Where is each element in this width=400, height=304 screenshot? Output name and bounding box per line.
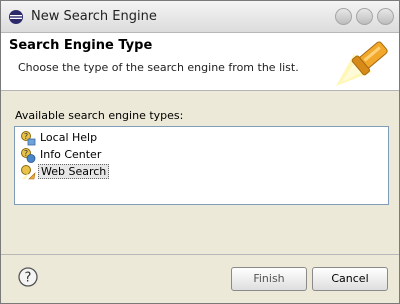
close-button[interactable] — [377, 8, 394, 25]
list-item-label: Info Center — [40, 148, 102, 161]
svg-text:?: ? — [24, 132, 28, 141]
list-label: Available search engine types: — [15, 109, 184, 122]
new-search-engine-dialog: New Search Engine Search Engine Type Cho… — [0, 0, 400, 304]
flashlight-icon — [336, 41, 388, 86]
page-description: Choose the type of the search engine fro… — [18, 61, 299, 74]
engine-type-list[interactable]: ? Local Help ? Info Center Web Search — [14, 126, 389, 205]
window-title: New Search Engine — [31, 9, 157, 24]
eclipse-icon — [9, 10, 23, 24]
wizard-banner: Search Engine Type Choose the type of th… — [1, 33, 399, 91]
cancel-button[interactable]: Cancel — [312, 267, 388, 291]
page-title: Search Engine Type — [9, 38, 153, 53]
help-icon[interactable]: ? — [18, 267, 38, 287]
info-center-icon: ? — [21, 148, 36, 163]
list-item-label: Web Search — [38, 164, 110, 179]
local-help-icon: ? — [21, 131, 36, 146]
title-bar[interactable]: New Search Engine — [1, 1, 399, 33]
list-item-label: Local Help — [40, 131, 98, 144]
footer-divider — [1, 254, 399, 255]
finish-button[interactable]: Finish — [231, 267, 307, 291]
svg-text:?: ? — [25, 271, 32, 286]
maximize-button[interactable] — [356, 8, 373, 25]
minimize-button[interactable] — [335, 8, 352, 25]
web-search-icon — [21, 165, 36, 180]
